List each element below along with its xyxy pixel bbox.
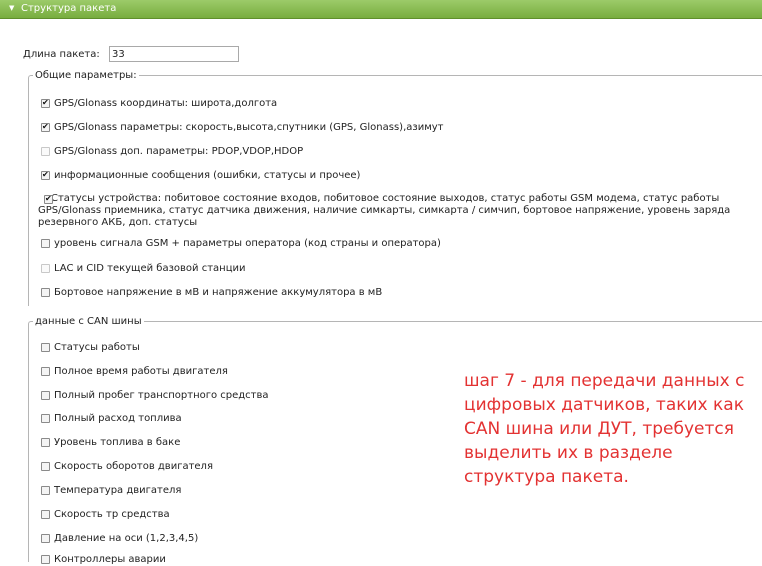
- opt-board-voltage[interactable]: Бортовое напряжение в мВ и напряжение ак…: [41, 286, 382, 299]
- checkbox[interactable]: [41, 510, 50, 519]
- checkbox[interactable]: [41, 486, 50, 495]
- panel-header[interactable]: ▼ Структура пакета: [0, 0, 762, 19]
- checkbox[interactable]: [41, 438, 50, 447]
- opt-label: Статусы работы: [54, 342, 140, 353]
- can-opt-work-statuses[interactable]: Статусы работы: [41, 341, 140, 354]
- opt-label: Полный пробег транспортного средства: [54, 390, 269, 401]
- checkbox[interactable]: [41, 391, 50, 400]
- opt-info-messages[interactable]: информационные сообщения (ошибки, статус…: [41, 169, 360, 182]
- opt-label: Полное время работы двигателя: [54, 366, 228, 377]
- opt-label: GPS/Glonass координаты: широта,долгота: [54, 98, 278, 109]
- can-opt-engine-temp[interactable]: Температура двигателя: [41, 484, 181, 497]
- general-params-legend: Общие параметры:: [33, 69, 139, 82]
- packet-length-input[interactable]: [109, 46, 239, 62]
- opt-gps-extra-params[interactable]: GPS/Glonass доп. параметры: PDOP,VDOP,HD…: [41, 145, 303, 158]
- opt-label: уровень сигнала GSM + параметры оператор…: [54, 238, 441, 249]
- opt-label: Скорость тр средства: [54, 509, 170, 520]
- can-opt-engine-hours[interactable]: Полное время работы двигателя: [41, 365, 228, 378]
- opt-gsm-signal[interactable]: уровень сигнала GSM + параметры оператор…: [41, 237, 441, 250]
- opt-label: LAC и CID текущей базовой станции: [54, 263, 246, 274]
- opt-label: Контроллеры аварии: [54, 554, 166, 565]
- checkbox[interactable]: [41, 288, 50, 297]
- can-opt-fuel-used[interactable]: Полный расход топлива: [41, 412, 182, 425]
- checkbox[interactable]: [41, 264, 50, 273]
- checkbox[interactable]: [41, 462, 50, 471]
- opt-label: Скорость оборотов двигателя: [54, 461, 213, 472]
- panel-title: Структура пакета: [21, 3, 117, 14]
- checkbox[interactable]: [41, 555, 50, 564]
- opt-label: Давление на оси (1,2,3,4,5): [54, 533, 199, 544]
- opt-gps-coords[interactable]: GPS/Glonass координаты: широта,долгота: [41, 97, 277, 110]
- checkbox[interactable]: [41, 121, 50, 133]
- can-opt-accident-controllers[interactable]: Контроллеры аварии: [41, 553, 166, 566]
- can-data-legend: данные с CAN шины: [33, 315, 144, 328]
- opt-label: Статусы устройства: побитовое состояние …: [38, 193, 731, 228]
- opt-label: Температура двигателя: [54, 485, 182, 496]
- can-opt-vehicle-speed[interactable]: Скорость тр средства: [41, 508, 170, 521]
- checkbox[interactable]: [41, 367, 50, 376]
- can-opt-fuel-level[interactable]: Уровень топлива в баке: [41, 436, 180, 449]
- opt-device-statuses[interactable]: Статусы устройства: побитовое состояние …: [38, 193, 758, 229]
- opt-label: GPS/Glonass параметры: скорость,высота,с…: [54, 122, 444, 133]
- can-opt-axle-pressure[interactable]: Давление на оси (1,2,3,4,5): [41, 532, 198, 545]
- packet-length-label: Длина пакета:: [23, 49, 100, 60]
- checkbox[interactable]: [41, 343, 50, 352]
- checkbox[interactable]: [41, 239, 50, 248]
- opt-lac-cid[interactable]: LAC и CID текущей базовой станции: [41, 262, 246, 275]
- checkbox[interactable]: [41, 97, 50, 109]
- step-annotation: шаг 7 - для передачи данных с цифровых д…: [464, 371, 745, 487]
- opt-gps-params[interactable]: GPS/Glonass параметры: скорость,высота,с…: [41, 121, 443, 134]
- checkbox[interactable]: [41, 147, 50, 156]
- opt-label: Полный расход топлива: [54, 413, 182, 424]
- opt-label: Бортовое напряжение в мВ и напряжение ак…: [54, 287, 383, 298]
- checkbox[interactable]: [44, 193, 53, 205]
- opt-label: GPS/Glonass доп. параметры: PDOP,VDOP,HD…: [54, 146, 304, 157]
- checkbox[interactable]: [41, 534, 50, 543]
- collapse-arrow-icon[interactable]: ▼: [9, 0, 14, 17]
- checkbox[interactable]: [41, 169, 50, 181]
- can-opt-total-mileage[interactable]: Полный пробег транспортного средства: [41, 389, 269, 402]
- can-opt-engine-rpm[interactable]: Скорость оборотов двигателя: [41, 460, 213, 473]
- checkbox[interactable]: [41, 414, 50, 423]
- opt-label: информационные сообщения (ошибки, статус…: [54, 170, 361, 181]
- opt-label: Уровень топлива в баке: [54, 437, 181, 448]
